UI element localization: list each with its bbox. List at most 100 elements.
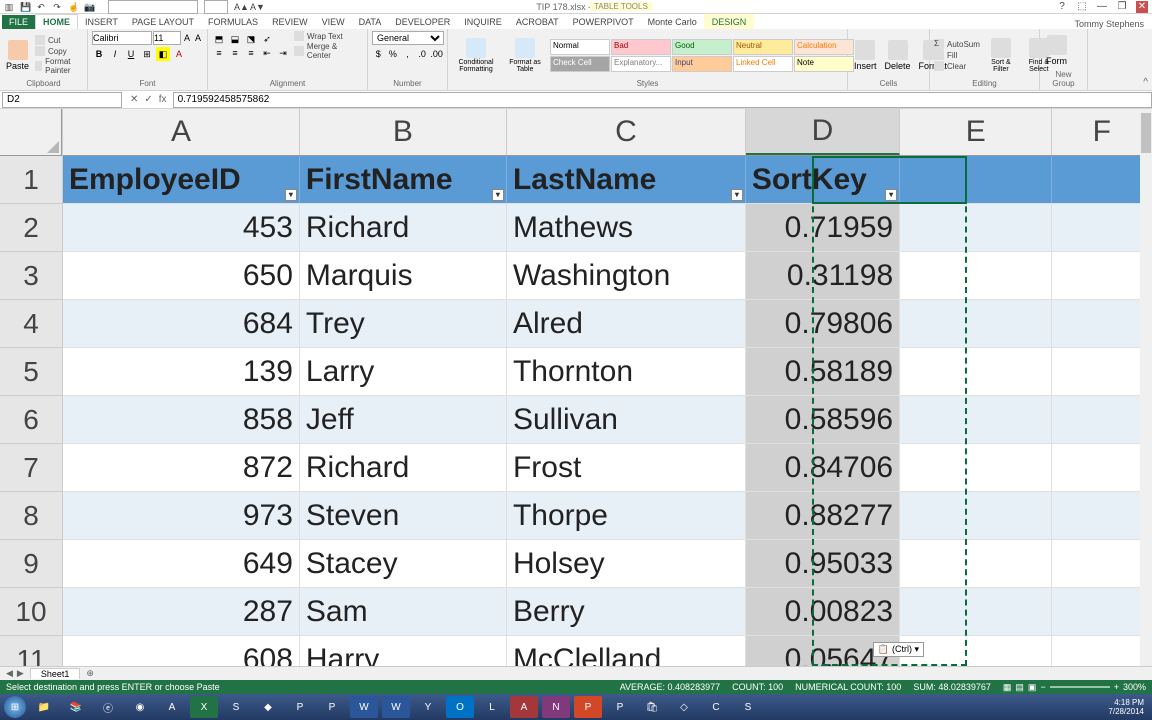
cell-firstname[interactable]: Harry [300,636,507,666]
cell-lastname[interactable]: Berry [507,588,746,635]
empty-cell[interactable] [1052,300,1152,347]
tab-acrobat[interactable]: ACROBAT [509,15,566,29]
camera-icon[interactable]: 📷 [84,2,94,12]
taskbar-sway-icon[interactable]: S [222,696,250,718]
row-header[interactable]: 2 [0,204,62,252]
cell-lastname[interactable]: Mathews [507,204,746,251]
font-color-button[interactable]: A [172,47,186,61]
style-cell[interactable]: Bad [611,39,671,55]
normal-view-icon[interactable]: ▦ [1003,682,1012,693]
format-as-table-button[interactable]: Format as Table [504,36,546,75]
sheet-tab-1[interactable]: Sheet1 [30,668,81,679]
empty-header-e[interactable] [900,156,1052,203]
paste-button[interactable]: Paste [4,38,31,73]
taskbar-onenote-icon[interactable]: N [542,696,570,718]
save-icon[interactable]: 💾 [20,2,30,12]
ribbon-display-options[interactable]: ⬚ [1076,1,1088,13]
empty-cell[interactable] [900,540,1052,587]
style-cell[interactable]: Explanatory... [611,56,671,72]
cell-lastname[interactable]: Thorpe [507,492,746,539]
cell-lastname[interactable]: Thornton [507,348,746,395]
align-top-button[interactable]: ⬒ [212,32,226,46]
row-header[interactable]: 11 [0,636,62,666]
add-sheet-button[interactable]: ⊕ [80,668,100,679]
taskbar-acrobat-icon[interactable]: A [158,696,186,718]
font-size-select[interactable] [153,31,181,45]
style-cell[interactable]: Check Cell [550,56,610,72]
taskbar-snagit-icon[interactable]: S [734,696,762,718]
cell-sortkey[interactable]: 0.79806 [746,300,900,347]
undo-icon[interactable]: ↶ [36,2,46,12]
cell-firstname[interactable]: Jeff [300,396,507,443]
cell-employeeid[interactable]: 139 [63,348,300,395]
style-cell[interactable]: Good [672,39,732,55]
fill-color-button[interactable]: ◧ [156,47,170,61]
cell-lastname[interactable]: Sullivan [507,396,746,443]
system-clock[interactable]: 4:18 PM 7/28/2014 [1108,698,1148,716]
font-select[interactable] [92,31,152,45]
col-header-a[interactable]: A [63,109,300,155]
shrink-font-icon[interactable]: A▼ [250,2,260,12]
style-cell[interactable]: Note [794,56,854,72]
header-lastname[interactable]: LastName▾ [507,156,746,203]
currency-button[interactable]: $ [372,47,385,61]
cell-lastname[interactable]: Alred [507,300,746,347]
cell-lastname[interactable]: Washington [507,252,746,299]
taskbar-chrome-icon[interactable]: ◉ [126,696,154,718]
cell-firstname[interactable]: Steven [300,492,507,539]
vertical-scrollbar[interactable] [1140,109,1152,666]
conditional-formatting-button[interactable]: Conditional Formatting [452,36,500,75]
col-header-e[interactable]: E [900,109,1052,155]
taskbar-lync-icon[interactable]: L [478,696,506,718]
tab-view[interactable]: VIEW [315,15,352,29]
empty-cell[interactable] [900,444,1052,491]
filter-button-a[interactable]: ▾ [285,189,297,201]
empty-cell[interactable] [900,300,1052,347]
taskbar-app-icon[interactable]: ◆ [254,696,282,718]
cell-employeeid[interactable]: 973 [63,492,300,539]
empty-cell[interactable] [1052,636,1152,666]
grow-font-icon[interactable]: A▲ [234,2,244,12]
cell-sortkey[interactable]: 0.95033 [746,540,900,587]
cell-sortkey[interactable]: 0.31198 [746,252,900,299]
empty-cell[interactable] [900,348,1052,395]
row-header[interactable]: 7 [0,444,62,492]
sort-filter-button[interactable]: Sort & Filter [984,36,1018,75]
row-header[interactable]: 9 [0,540,62,588]
merge-center-button[interactable]: Merge & Center [294,42,363,60]
cell-sortkey[interactable]: 0.58189 [746,348,900,395]
filter-button-d[interactable]: ▾ [885,189,897,201]
taskbar-word2-icon[interactable]: W [382,696,410,718]
taskbar-outlook-icon[interactable]: O [446,696,474,718]
taskbar-project-icon[interactable]: P [286,696,314,718]
empty-cell[interactable] [1052,492,1152,539]
formula-bar[interactable] [173,92,1152,108]
cell-sortkey[interactable]: 0.58596 [746,396,900,443]
redo-icon[interactable]: ↷ [52,2,62,12]
cancel-formula-icon[interactable]: ✕ [130,94,138,105]
qat-size-select[interactable] [204,0,228,14]
empty-header-f[interactable] [1052,156,1152,203]
bold-button[interactable]: B [92,47,106,61]
cell-styles-gallery[interactable]: NormalBadGoodNeutralCalculationCheck Cel… [550,39,854,72]
cell-firstname[interactable]: Stacey [300,540,507,587]
cell-employeeid[interactable]: 287 [63,588,300,635]
empty-cell[interactable] [1052,396,1152,443]
underline-button[interactable]: U [124,47,138,61]
cell-lastname[interactable]: McClelland [507,636,746,666]
page-break-view-icon[interactable]: ▣ [1028,682,1037,693]
cell-sortkey[interactable]: 0.00823 [746,588,900,635]
style-cell[interactable]: Linked Cell [733,56,793,72]
taskbar-access-icon[interactable]: A [510,696,538,718]
maximize-button[interactable]: ❐ [1116,1,1128,13]
style-cell[interactable]: Neutral [733,39,793,55]
cell-firstname[interactable]: Larry [300,348,507,395]
cell-employeeid[interactable]: 872 [63,444,300,491]
zoom-level[interactable]: 300% [1123,682,1146,692]
taskbar-excel-icon[interactable]: X [190,696,218,718]
tab-data[interactable]: DATA [352,15,389,29]
align-left-button[interactable]: ≡ [212,46,226,60]
cell-firstname[interactable]: Richard [300,444,507,491]
increase-indent-button[interactable]: ⇥ [276,46,290,60]
style-cell[interactable]: Normal [550,39,610,55]
